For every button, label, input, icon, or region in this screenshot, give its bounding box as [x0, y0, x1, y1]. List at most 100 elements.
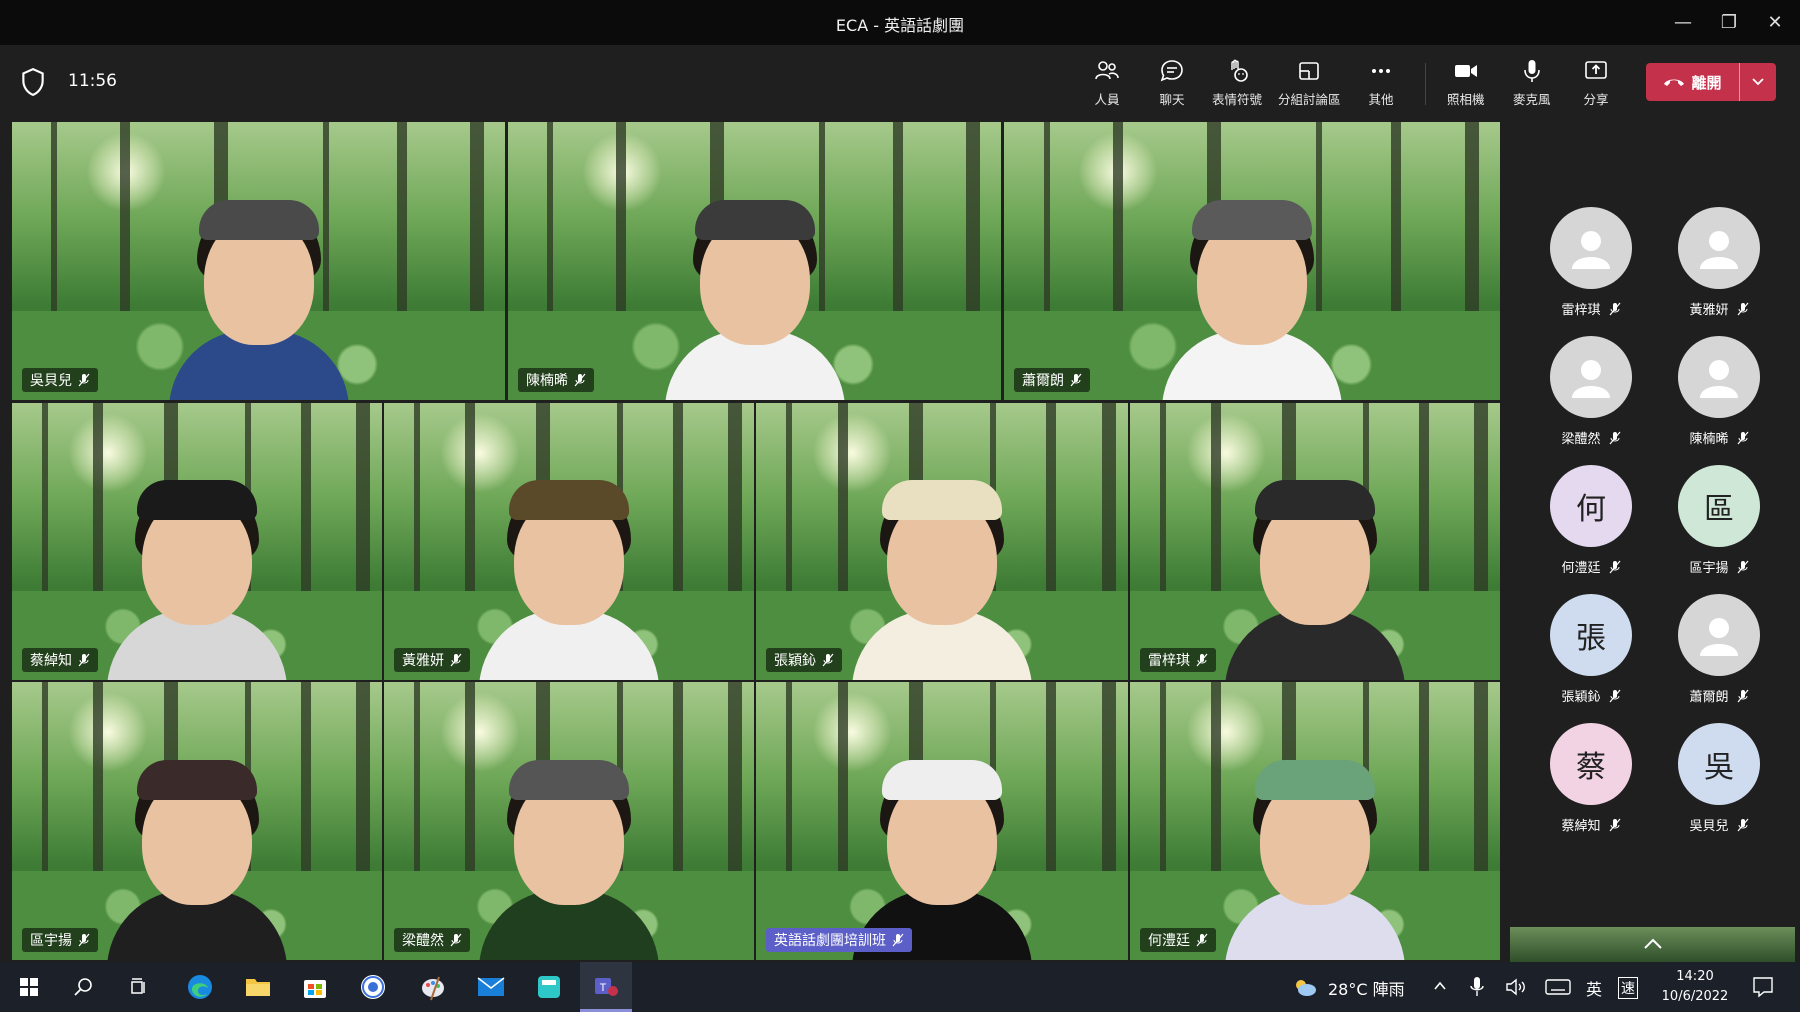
more-button[interactable]: 其他: [1367, 57, 1395, 112]
chat-label: 聊天: [1159, 92, 1185, 107]
reactions-button[interactable]: 表情符號: [1212, 57, 1262, 112]
store-icon[interactable]: [300, 972, 330, 1002]
participant-name: 吳貝兒: [30, 373, 72, 389]
participant-video: [469, 450, 669, 680]
meeting-toolbar: 11:56 人員 聊天 表情符號 分組討論區 其他 照相機 麥克風 分享 離開: [0, 45, 1800, 120]
video-tile[interactable]: 黃雅妍: [384, 403, 754, 680]
animal-headband: [1255, 480, 1375, 520]
roster-participant[interactable]: 張 張穎鈊: [1536, 594, 1646, 714]
tree-trunk: [1046, 682, 1056, 877]
tree-trunk: [1160, 682, 1166, 877]
start-icon[interactable]: [14, 972, 44, 1002]
animal-headband: [198, 200, 319, 240]
chevron-up-icon[interactable]: [1433, 980, 1447, 992]
self-view-strip[interactable]: [1510, 927, 1795, 962]
mic-off-icon: [1196, 933, 1208, 947]
video-tile[interactable]: 英語話劇團培訓班: [756, 682, 1128, 960]
leave-main[interactable]: 離開: [1646, 63, 1739, 101]
weather-icon[interactable]: [1292, 976, 1318, 998]
video-tile[interactable]: 何澧廷: [1130, 682, 1500, 960]
animal-headband: [694, 200, 815, 240]
minimize-button[interactable]: —: [1660, 0, 1706, 45]
video-tile[interactable]: 陳楠晞: [508, 122, 1001, 400]
roster-name: 張穎鈊: [1561, 690, 1601, 705]
chevron-up-icon[interactable]: [1640, 931, 1666, 957]
share-button[interactable]: 分享: [1582, 57, 1610, 112]
ime-speed-mode[interactable]: 速: [1618, 977, 1638, 999]
tree-trunk: [397, 122, 407, 317]
roster-name: 蔡綽知: [1561, 819, 1601, 834]
roster-participant[interactable]: 梁醴然: [1536, 336, 1646, 456]
video-tile[interactable]: 張穎鈊: [756, 403, 1128, 680]
weather-text[interactable]: 28°C 陣雨: [1328, 976, 1405, 1000]
notification-icon[interactable]: [1752, 976, 1774, 998]
video-tile[interactable]: 蕭爾朗: [1004, 122, 1500, 400]
leave-dropdown-button[interactable]: [1739, 63, 1776, 101]
video-tile[interactable]: 梁醴然: [384, 682, 754, 960]
person-icon: [1700, 231, 1738, 269]
shield-icon[interactable]: [20, 67, 46, 97]
ime-mode[interactable]: 英: [1586, 976, 1602, 1000]
tree-trunk: [1102, 682, 1116, 877]
keyboard-icon[interactable]: [1545, 978, 1571, 996]
leave-label: 離開: [1691, 73, 1722, 92]
roster-participant[interactable]: 陳楠晞: [1664, 336, 1774, 456]
window-title: ECA - 英語話劇團: [835, 16, 965, 35]
volume-icon[interactable]: [1505, 977, 1527, 997]
roster-name: 蕭爾朗: [1689, 690, 1729, 705]
roster-participant[interactable]: 吳 吳貝兒: [1664, 723, 1774, 843]
leave-button[interactable]: 離開: [1646, 63, 1776, 101]
tree-trunk: [1113, 122, 1123, 317]
video-tile[interactable]: 雷梓琪: [1130, 403, 1500, 680]
file-explorer-icon[interactable]: [243, 972, 273, 1002]
tree-trunk: [1046, 403, 1056, 597]
chrome-icon[interactable]: [358, 972, 388, 1002]
roster-participant[interactable]: 黃雅妍: [1664, 207, 1774, 327]
person-icon: [1700, 360, 1738, 398]
tree-trunk: [728, 682, 742, 877]
tree-trunk: [1474, 403, 1488, 597]
video-tile[interactable]: 吳貝兒: [12, 122, 505, 400]
tree-trunk: [673, 403, 683, 597]
edge-browser-icon[interactable]: [185, 972, 215, 1002]
participant-name-tag: 蕭爾朗: [1014, 368, 1090, 392]
restore-button[interactable]: ❐: [1706, 0, 1752, 45]
roster-participant[interactable]: 蕭爾朗: [1664, 594, 1774, 714]
avatar-initial: 吳: [1704, 750, 1734, 785]
microphone-button[interactable]: 麥克風: [1513, 57, 1551, 112]
roster-participant[interactable]: 雷梓琪: [1536, 207, 1646, 327]
participant-video: [1215, 450, 1415, 680]
tree-trunk: [1160, 403, 1166, 597]
camera-button[interactable]: 照相機: [1447, 57, 1485, 112]
video-tile[interactable]: 區宇揚: [12, 682, 382, 960]
chat-button[interactable]: 聊天: [1158, 57, 1186, 112]
search-icon[interactable]: [68, 972, 98, 1002]
participant-name-tag: 吳貝兒: [22, 368, 98, 392]
tree-trunk: [301, 682, 311, 877]
roster-participant[interactable]: 區 區宇揚: [1664, 465, 1774, 585]
roster-participant[interactable]: 蔡 蔡綽知: [1536, 723, 1646, 843]
microphone-tray-icon[interactable]: [1470, 976, 1484, 998]
task-view-icon[interactable]: [124, 972, 154, 1002]
tree-trunk: [42, 403, 48, 597]
breakout-rooms-button[interactable]: 分組討論區: [1278, 57, 1341, 112]
taskbar-clock[interactable]: 14:20 10/6/2022: [1655, 967, 1735, 1007]
clock-time: 14:20: [1676, 969, 1714, 984]
teams-taskbar-icon[interactable]: T: [580, 962, 632, 1012]
close-button[interactable]: ✕: [1752, 0, 1798, 45]
paint-icon[interactable]: [418, 972, 448, 1002]
calculator-app-icon[interactable]: [534, 972, 564, 1002]
roster-participant[interactable]: 何 何澧廷: [1536, 465, 1646, 585]
reactions-icon: [1231, 59, 1248, 82]
participant-video: [842, 450, 1042, 680]
mic-off-icon: [1609, 560, 1620, 573]
mail-icon[interactable]: [476, 972, 506, 1002]
avatar: [1550, 207, 1632, 289]
participant-video: [97, 450, 297, 680]
mic-off-icon: [1609, 818, 1620, 831]
mic-off-icon: [1737, 689, 1748, 702]
people-button[interactable]: 人員: [1093, 57, 1121, 112]
video-tile[interactable]: 蔡綽知: [12, 403, 382, 680]
animal-headband: [509, 480, 629, 520]
participant-video: [97, 730, 297, 960]
